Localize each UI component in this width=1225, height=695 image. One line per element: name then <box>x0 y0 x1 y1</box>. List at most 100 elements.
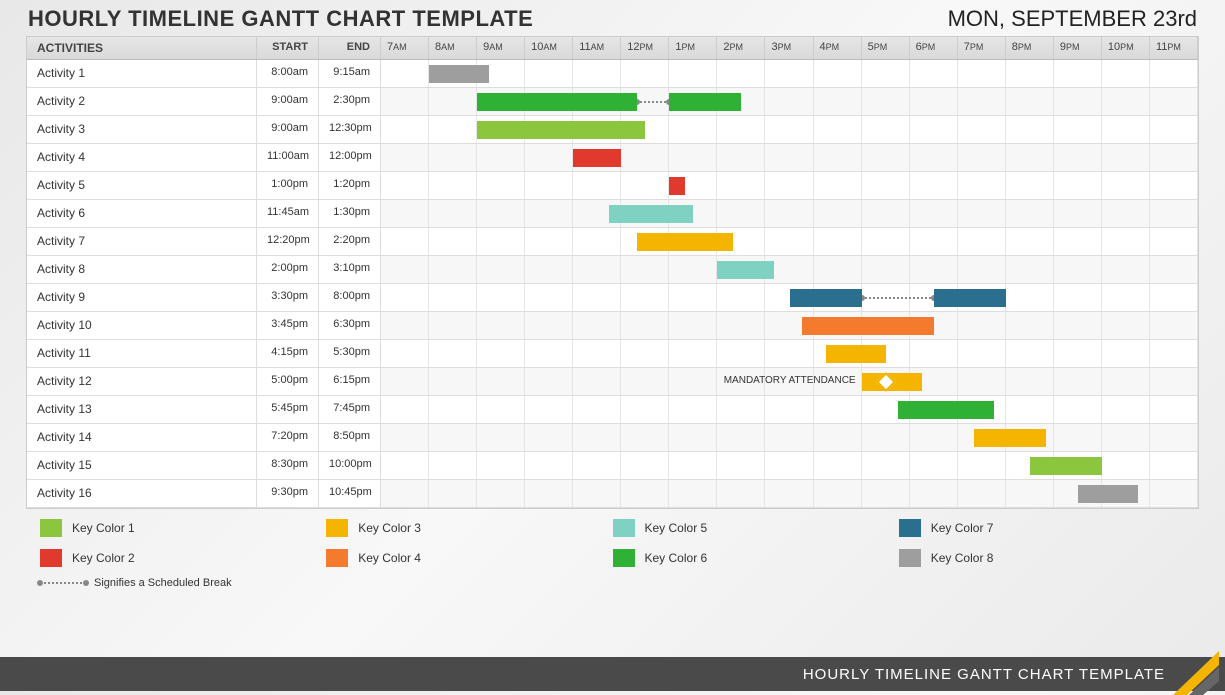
gantt-bar <box>802 317 934 335</box>
legend-swatch <box>613 519 635 537</box>
break-indicator <box>862 297 934 299</box>
col-end: END <box>319 37 381 59</box>
legend-item: Key Color 4 <box>326 549 612 567</box>
activity-start: 5:45pm <box>257 396 319 423</box>
time-label: 12PM <box>621 37 669 59</box>
activity-start: 9:00am <box>257 116 319 143</box>
footer-title: HOURLY TIMELINE GANTT CHART TEMPLATE <box>803 666 1165 683</box>
time-label: 8AM <box>429 37 477 59</box>
gantt-lane <box>381 256 1198 283</box>
gantt-lane <box>381 228 1198 255</box>
legend-swatch <box>899 549 921 567</box>
activity-name: Activity 1 <box>27 60 257 87</box>
table-row: Activity 51:00pm1:20pm <box>27 172 1198 200</box>
gantt-lane <box>381 88 1198 115</box>
legend-swatch <box>40 519 62 537</box>
activity-end: 8:00pm <box>319 284 381 311</box>
gantt-lane <box>381 424 1198 451</box>
gantt-bar <box>974 429 1046 447</box>
time-label: 3PM <box>765 37 813 59</box>
table-row: Activity 18:00am9:15am <box>27 60 1198 88</box>
gantt-bar <box>477 121 645 139</box>
break-legend: Signifies a Scheduled Break <box>40 577 1185 589</box>
legend-swatch <box>899 519 921 537</box>
gantt-lane <box>381 284 1198 311</box>
col-activities: ACTIVITIES <box>27 37 257 59</box>
activity-name: Activity 10 <box>27 312 257 339</box>
legend-label: Key Color 4 <box>358 551 421 565</box>
break-indicator <box>637 101 669 103</box>
gantt-bar <box>898 401 994 419</box>
activity-note: MANDATORY ATTENDANCE <box>724 375 856 386</box>
table-row: Activity 29:00am2:30pm <box>27 88 1198 116</box>
time-label: 9AM <box>477 37 525 59</box>
activity-start: 8:00am <box>257 60 319 87</box>
table-row: Activity 147:20pm8:50pm <box>27 424 1198 452</box>
gantt-bar <box>429 65 489 83</box>
activity-end: 3:10pm <box>319 256 381 283</box>
activity-end: 10:45pm <box>319 480 381 507</box>
legend-swatch <box>40 549 62 567</box>
time-label: 5PM <box>862 37 910 59</box>
gantt-lane <box>381 340 1198 367</box>
col-start: START <box>257 37 319 59</box>
activity-start: 11:00am <box>257 144 319 171</box>
gantt-bar <box>669 177 685 195</box>
chart-body: Activity 18:00am9:15amActivity 29:00am2:… <box>27 60 1198 508</box>
table-row: Activity 712:20pm2:20pm <box>27 228 1198 256</box>
activity-name: Activity 3 <box>27 116 257 143</box>
legend-label: Key Color 1 <box>72 521 135 535</box>
time-label: 4PM <box>814 37 862 59</box>
gantt-lane <box>381 144 1198 171</box>
legend-item: Key Color 2 <box>40 549 326 567</box>
activity-name: Activity 14 <box>27 424 257 451</box>
activity-name: Activity 9 <box>27 284 257 311</box>
activity-name: Activity 5 <box>27 172 257 199</box>
activity-start: 3:45pm <box>257 312 319 339</box>
activity-start: 9:30pm <box>257 480 319 507</box>
activity-name: Activity 13 <box>27 396 257 423</box>
table-row: Activity 158:30pm10:00pm <box>27 452 1198 480</box>
chart-header: ACTIVITIESSTARTEND7AM8AM9AM10AM11AM12PM1… <box>27 37 1198 60</box>
activity-start: 3:30pm <box>257 284 319 311</box>
legend-item: Key Color 7 <box>899 519 1185 537</box>
legend-swatch <box>326 519 348 537</box>
legend-label: Key Color 8 <box>931 551 994 565</box>
gantt-bar <box>934 289 1006 307</box>
header-date: MON, SEPTEMBER 23rd <box>948 6 1197 32</box>
legend-label: Key Color 3 <box>358 521 421 535</box>
gantt-lane: MANDATORY ATTENDANCE <box>381 368 1198 395</box>
activity-name: Activity 15 <box>27 452 257 479</box>
gantt-bar <box>717 261 773 279</box>
activity-name: Activity 4 <box>27 144 257 171</box>
table-row: Activity 39:00am12:30pm <box>27 116 1198 144</box>
activity-end: 9:15am <box>319 60 381 87</box>
legend: Key Color 1Key Color 3Key Color 5Key Col… <box>0 509 1225 593</box>
activity-end: 2:30pm <box>319 88 381 115</box>
activity-start: 4:15pm <box>257 340 319 367</box>
footer: HOURLY TIMELINE GANTT CHART TEMPLATE <box>0 657 1225 691</box>
activity-end: 1:30pm <box>319 200 381 227</box>
table-row: Activity 114:15pm5:30pm <box>27 340 1198 368</box>
activity-end: 5:30pm <box>319 340 381 367</box>
activity-end: 6:15pm <box>319 368 381 395</box>
time-label: 7AM <box>381 37 429 59</box>
time-label: 7PM <box>958 37 1006 59</box>
activity-start: 1:00pm <box>257 172 319 199</box>
legend-item: Key Color 3 <box>326 519 612 537</box>
activity-end: 12:30pm <box>319 116 381 143</box>
break-line-icon <box>40 582 86 584</box>
activity-name: Activity 6 <box>27 200 257 227</box>
activity-name: Activity 7 <box>27 228 257 255</box>
gantt-bar <box>477 93 637 111</box>
table-row: Activity 125:00pm6:15pmMANDATORY ATTENDA… <box>27 368 1198 396</box>
table-row: Activity 169:30pm10:45pm <box>27 480 1198 508</box>
gantt-chart: ACTIVITIESSTARTEND7AM8AM9AM10AM11AM12PM1… <box>26 36 1199 509</box>
activity-end: 12:00pm <box>319 144 381 171</box>
time-label: 11AM <box>573 37 621 59</box>
gantt-bar <box>637 233 733 251</box>
gantt-bar <box>573 149 621 167</box>
gantt-bar <box>790 289 862 307</box>
table-row: Activity 411:00am12:00pm <box>27 144 1198 172</box>
time-label: 6PM <box>910 37 958 59</box>
